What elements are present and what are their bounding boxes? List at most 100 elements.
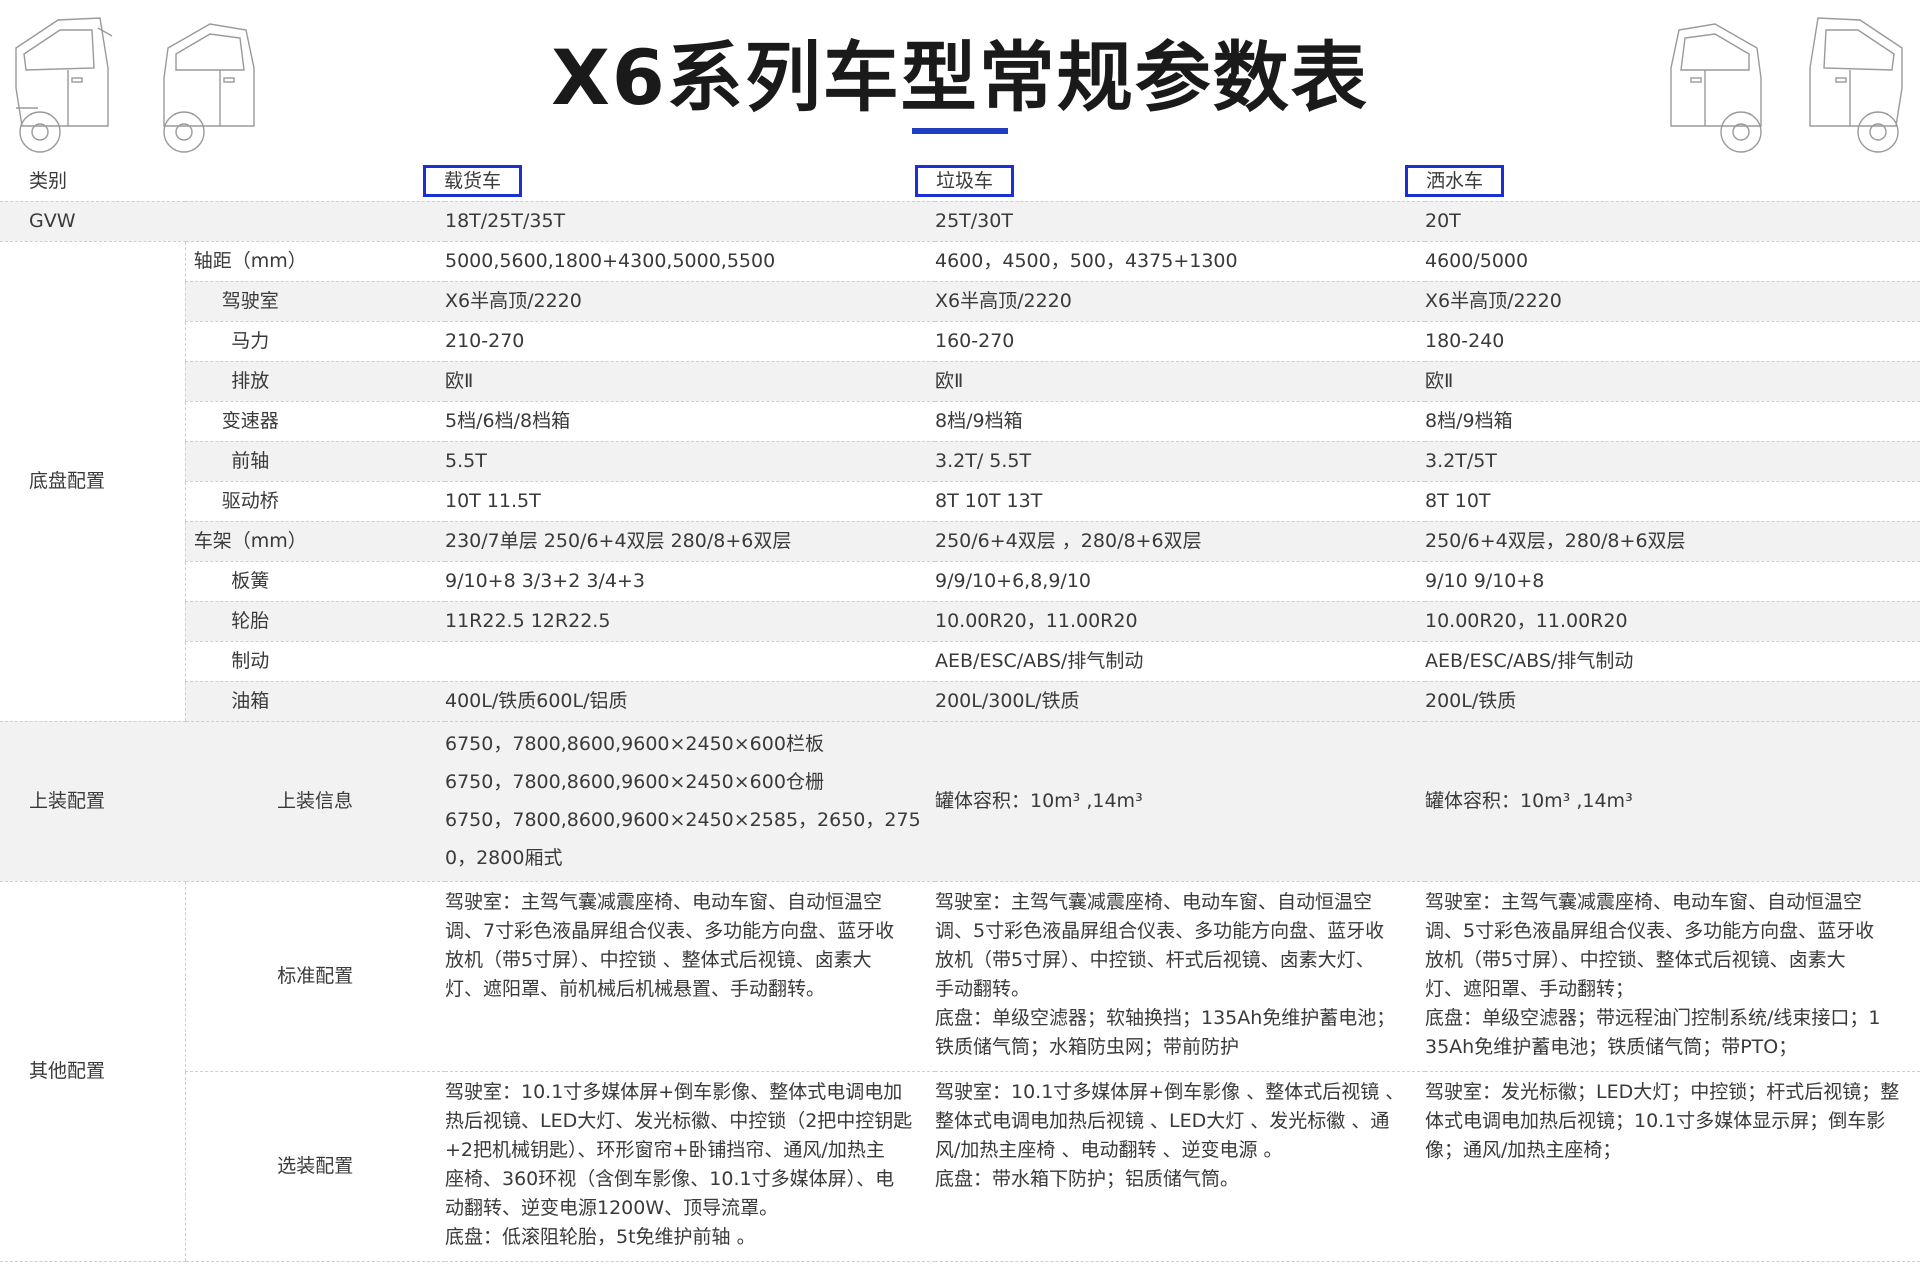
cell: AEB/ESC/ABS/排气制动	[935, 641, 1425, 682]
cell: 8T 10T 13T	[935, 481, 1425, 522]
table-row-optional: 选装配置 驾驶室：10.1寸多媒体屏+倒车影像、整体式电调电加 热后视镜、LED大…	[0, 1071, 1920, 1262]
row-label: 前轴	[184, 441, 445, 482]
cell: 10T 11.5T	[445, 481, 935, 522]
row-label: 上装信息	[185, 721, 445, 882]
cell: 25T/30T	[935, 201, 1425, 242]
table-row-mount: 上装配置 上装信息 6750，7800,8600,9600×2450×600栏板…	[0, 721, 1920, 882]
text-line: 热后视镜、LED大灯、发光标徽、中控锁（2把中控钥匙	[445, 1109, 913, 1132]
table-row: 制动 AEB/ESC/ABS/排气制动 AEB/ESC/ABS/排气制动	[0, 641, 1920, 682]
cell	[445, 641, 935, 682]
cell: 10.00R20，11.00R20	[1425, 601, 1920, 642]
row-label: 马力	[184, 321, 445, 362]
row-label: 板簧	[184, 561, 445, 602]
table-row-gvw: GVW 18T/25T/35T 25T/30T 20T	[0, 201, 1920, 242]
cell: 230/7单层 250/6+4双层 280/8+6双层	[445, 521, 935, 562]
table-row: 前轴 5.5T 3.2T/ 5.5T 3.2T/5T	[0, 441, 1920, 482]
cell: 210-270	[445, 321, 935, 362]
text-line: 底盘：带水箱下防护；铝质储气筒。	[935, 1167, 1240, 1190]
text-line: 像；通风/加热主座椅；	[1425, 1138, 1622, 1161]
table-row: 排放 欧Ⅱ 欧Ⅱ 欧Ⅱ	[0, 361, 1920, 402]
cell: 160-270	[935, 321, 1425, 362]
text-line: 底盘：低滚阻轮胎，5t免维护前轴 。	[445, 1225, 756, 1248]
row-label: 轮胎	[184, 601, 445, 642]
column-header-sprinkler: 洒水车	[1405, 164, 1505, 197]
cell-optional-cargo: 驾驶室：10.1寸多媒体屏+倒车影像、整体式电调电加 热后视镜、LED大灯、发光标…	[445, 1071, 935, 1262]
cell: 180-240	[1425, 321, 1920, 362]
text-line: 6750，7800,8600,9600×2450×2585，2650，275	[445, 809, 921, 831]
text-line: 6750，7800,8600,9600×2450×600仓栅	[445, 771, 824, 793]
text-line: 底盘：单级空滤器；软轴换挡；135Ah免维护蓄电池；	[935, 1006, 1396, 1029]
column-header-garbage: 垃圾车	[915, 164, 1015, 197]
text-line: 驾驶室：主驾气囊减震座椅、电动车窗、自动恒温空	[935, 890, 1373, 913]
group-label-chassis: 底盘配置	[0, 241, 185, 722]
text-line: 调、7寸彩色液晶屏组合仪表、多功能方向盘、蓝牙收	[445, 919, 895, 942]
row-label: 油箱	[184, 681, 445, 722]
text-line: 底盘：单级空滤器；带远程油门控制系统/线束接口；1	[1425, 1006, 1881, 1029]
cell-mount-cargo: 6750，7800,8600,9600×2450×600栏板 6750，7800,…	[445, 721, 935, 882]
cell: 5000,5600,1800+4300,5000,5500	[445, 241, 935, 282]
text-line: 调、5寸彩色液晶屏组合仪表、多功能方向盘、蓝牙收	[935, 919, 1385, 942]
cell: 5档/6档/8档箱	[445, 401, 935, 442]
table-row: 油箱 400L/铁质600L/铝质 200L/300L/铁质 200L/铁质	[0, 681, 1920, 722]
text-line: 风/加热主座椅 、电动翻转 、逆变电源 。	[935, 1138, 1283, 1161]
text-line: 放机（带5寸屏）、中控锁、杆式后视镜、卤素大灯、	[935, 948, 1375, 971]
title-underline	[912, 128, 1008, 134]
group-label-mount: 上装配置	[0, 721, 185, 882]
chassis-group: 底盘配置 轴距（mm） 5000,5600,1800+4300,5000,5500 4…	[0, 241, 1920, 722]
text-line: 灯、遮阳罩、手动翻转；	[1425, 977, 1635, 1000]
text-line: 驾驶室：主驾气囊减震座椅、电动车窗、自动恒温空	[1425, 890, 1863, 913]
cell-standard-cargo: 驾驶室：主驾气囊减震座椅、电动车窗、自动恒温空 调、7寸彩色液晶屏组合仪表、多功能…	[445, 881, 935, 1072]
cell: 200L/300L/铁质	[935, 681, 1425, 722]
table-row: 驱动桥 10T 11.5T 8T 10T 13T 8T 10T	[0, 481, 1920, 522]
cell: 9/10+8 3/3+2 3/4+3	[445, 561, 935, 602]
cell: 9/9/10+6,8,9/10	[935, 561, 1425, 602]
group-label-other: 其他配置	[0, 881, 185, 1262]
cell: 8T 10T	[1425, 481, 1920, 522]
text-line: 驾驶室：主驾气囊减震座椅、电动车窗、自动恒温空	[445, 890, 883, 913]
table-row: 变速器 5档/6档/8档箱 8档/9档箱 8档/9档箱	[0, 401, 1920, 442]
cell: 20T	[1425, 201, 1920, 242]
text-line: 调、5寸彩色液晶屏组合仪表、多功能方向盘、蓝牙收	[1425, 919, 1875, 942]
row-label: 驱动桥	[184, 481, 445, 522]
cell-optional-sprinkler: 驾驶室：发光标徽；LED大灯；中控锁；杆式后视镜；整 体式电调电加热后视镜；10.…	[1425, 1071, 1920, 1262]
cell: X6半高顶/2220	[935, 281, 1425, 322]
cell: 200L/铁质	[1425, 681, 1920, 722]
table-row: 轮胎 11R22.5 12R22.5 10.00R20，11.00R20 10.00R…	[0, 601, 1920, 642]
cell: 250/6+4双层，280/8+6双层	[1425, 521, 1920, 562]
table-row: 驾驶室 X6半高顶/2220 X6半高顶/2220 X6半高顶/2220	[0, 281, 1920, 322]
cell: 9/10 9/10+8	[1425, 561, 1920, 602]
cell: 8档/9档箱	[935, 401, 1425, 442]
row-label: GVW	[0, 201, 185, 242]
column-header-cargo: 载货车	[423, 164, 523, 197]
text-line: 座椅、360环视（含倒车影像、10.1寸多媒体屏）、电	[445, 1167, 895, 1190]
text-line: 35Ah免维护蓄电池；铁质储气筒；带PTO；	[1425, 1035, 1798, 1058]
row-label: 标准配置	[184, 881, 445, 1072]
cell: 10.00R20，11.00R20	[935, 601, 1425, 642]
row-label: 轴距（mm）	[184, 241, 445, 282]
row-label: 制动	[184, 641, 445, 682]
parameter-table: 类别 载货车 垃圾车 洒水车 GVW 18T/25T/35T 25T/30T 2…	[0, 161, 1920, 1262]
row-label: 排放	[184, 361, 445, 402]
text-line: 体式电调电加热后视镜；10.1寸多媒体显示屏；倒车影	[1425, 1109, 1886, 1132]
text-line: 动翻转、逆变电源1200W、顶导流罩。	[445, 1196, 779, 1219]
page-title: X6系列车型常规参数表	[551, 33, 1369, 122]
table-row-standard: 其他配置 标准配置 驾驶室：主驾气囊减震座椅、电动车窗、自动恒温空 调、7寸彩色液…	[0, 881, 1920, 1262]
cell: 8档/9档箱	[1425, 401, 1920, 442]
cell: 欧Ⅱ	[935, 361, 1425, 402]
row-label: 驾驶室	[184, 281, 445, 322]
text-line: 手动翻转。	[935, 977, 1031, 1000]
text-line: 驾驶室：发光标徽；LED大灯；中控锁；杆式后视镜；整	[1425, 1080, 1900, 1103]
text-line: 驾驶室：10.1寸多媒体屏+倒车影像 、整体式后视镜 、	[935, 1080, 1405, 1103]
row-label: 变速器	[184, 401, 445, 442]
table-row-category: 类别 载货车 垃圾车 洒水车	[0, 161, 1920, 202]
cell: 18T/25T/35T	[445, 201, 935, 242]
text-line: 放机（带5寸屏）、中控锁 、整体式后视镜、卤素大	[445, 948, 872, 971]
cell: 11R22.5 12R22.5	[445, 601, 935, 642]
cell: 400L/铁质600L/铝质	[445, 681, 935, 722]
cell: 5.5T	[445, 441, 935, 482]
row-label: 选装配置	[184, 1071, 445, 1262]
table-row: 底盘配置 轴距（mm） 5000,5600,1800+4300,5000,5500 4…	[0, 241, 1920, 722]
text-line: 整体式电调电加热后视镜 、LED大灯 、发光标徽 、通	[935, 1109, 1390, 1132]
cell: 250/6+4双层 ，280/8+6双层	[935, 521, 1425, 562]
text-line: 驾驶室：10.1寸多媒体屏+倒车影像、整体式电调电加	[445, 1080, 903, 1103]
